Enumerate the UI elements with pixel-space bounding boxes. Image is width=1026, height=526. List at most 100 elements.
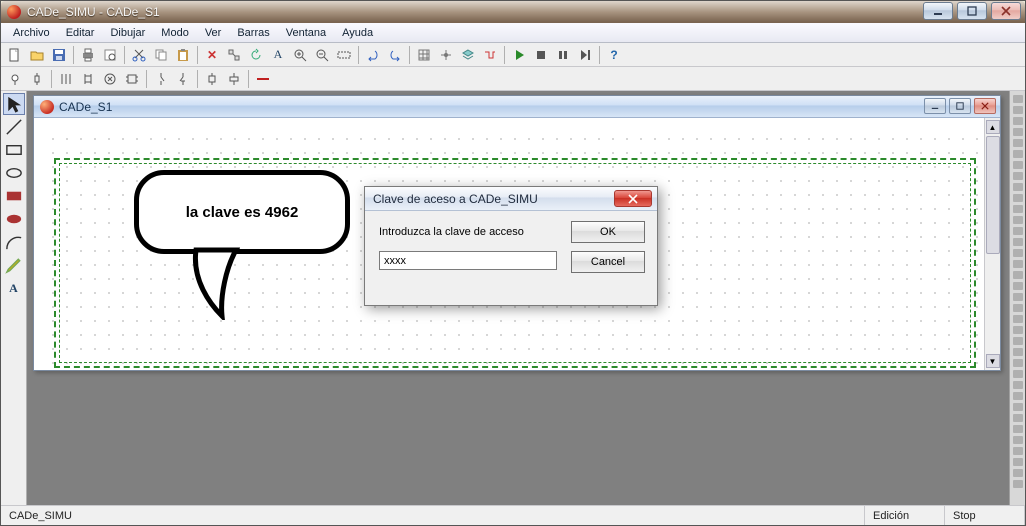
timer-button[interactable] xyxy=(223,69,245,89)
drawing-canvas[interactable]: la clave es 4962 Clave de aceso a CADe_S… xyxy=(34,118,984,370)
new-file-icon xyxy=(8,48,22,62)
pointer-tool[interactable] xyxy=(3,93,25,115)
rotate-button[interactable] xyxy=(245,45,267,65)
child-close-button[interactable] xyxy=(974,98,996,114)
text-tool-button[interactable]: A xyxy=(267,45,289,65)
paste-button[interactable] xyxy=(172,45,194,65)
relay-coil-button[interactable] xyxy=(77,69,99,89)
menu-editar[interactable]: Editar xyxy=(58,25,103,41)
filled-rect-tool[interactable] xyxy=(3,185,25,207)
open-button[interactable] xyxy=(26,45,48,65)
scrubber-pip xyxy=(1013,194,1023,202)
menu-archivo[interactable]: Archivo xyxy=(5,25,58,41)
dialog-titlebar[interactable]: Clave de aceso a CADe_SIMU xyxy=(365,187,657,211)
copy-button[interactable] xyxy=(150,45,172,65)
switch-no-button[interactable] xyxy=(150,69,172,89)
redo-button[interactable] xyxy=(384,45,406,65)
scroll-up-button[interactable]: ▲ xyxy=(986,120,1000,134)
ok-button[interactable]: OK xyxy=(571,221,645,243)
grid-icon xyxy=(417,48,431,62)
grid-button[interactable] xyxy=(413,45,435,65)
access-key-input[interactable] xyxy=(379,251,557,270)
print-button[interactable] xyxy=(77,45,99,65)
wires-button[interactable] xyxy=(479,45,501,65)
line-tool[interactable] xyxy=(3,116,25,138)
arc-tool[interactable] xyxy=(3,231,25,253)
toolbar-separator xyxy=(197,70,198,88)
save-icon xyxy=(52,48,66,62)
filled-ellipse-tool[interactable] xyxy=(3,208,25,230)
switch-nc-button[interactable] xyxy=(172,69,194,89)
cancel-button[interactable]: Cancel xyxy=(571,251,645,273)
mdi-inner: CADe_S1 la clave es 4962 xyxy=(27,91,1009,505)
snap-button[interactable] xyxy=(435,45,457,65)
child-titlebar[interactable]: CADe_S1 xyxy=(34,96,1000,118)
main-toolbar: ✕ A ? xyxy=(1,43,1025,67)
toolbar-separator xyxy=(124,46,125,64)
menu-ver[interactable]: Ver xyxy=(197,25,230,41)
mdi-workspace: A CADe_S1 xyxy=(1,91,1025,505)
draw-red-line-button[interactable] xyxy=(252,69,274,89)
redo-icon xyxy=(388,48,402,62)
play-button[interactable] xyxy=(508,45,530,65)
menu-ayuda[interactable]: Ayuda xyxy=(334,25,381,41)
zoom-rect-icon xyxy=(337,48,351,62)
undo-button[interactable] xyxy=(362,45,384,65)
scrubber-pip xyxy=(1013,370,1023,378)
dialog-close-button[interactable] xyxy=(614,190,652,207)
pencil-tool[interactable] xyxy=(3,254,25,276)
toolbar-separator xyxy=(409,46,410,64)
delete-button[interactable]: ✕ xyxy=(201,45,223,65)
chip-button[interactable] xyxy=(121,69,143,89)
maximize-button[interactable] xyxy=(957,2,987,20)
scrubber-pip xyxy=(1013,249,1023,257)
text-tool[interactable]: A xyxy=(3,277,25,299)
menu-modo[interactable]: Modo xyxy=(153,25,197,41)
scrubber-pip xyxy=(1013,304,1023,312)
timer-icon xyxy=(227,72,241,86)
pause-icon xyxy=(556,48,570,62)
lamp-button[interactable] xyxy=(4,69,26,89)
lamp-icon xyxy=(8,72,22,86)
menubar: Archivo Editar Dibujar Modo Ver Barras V… xyxy=(1,23,1025,43)
pointer-icon xyxy=(4,94,24,114)
help-button[interactable]: ? xyxy=(603,45,625,65)
match-button[interactable] xyxy=(223,45,245,65)
step-button[interactable] xyxy=(574,45,596,65)
copy-icon xyxy=(154,48,168,62)
right-scrubber[interactable] xyxy=(1009,91,1025,505)
toolbar-separator xyxy=(51,70,52,88)
close-button[interactable] xyxy=(991,2,1021,20)
zoom-rect-button[interactable] xyxy=(333,45,355,65)
fuse-button[interactable] xyxy=(26,69,48,89)
scroll-thumb[interactable] xyxy=(986,136,1000,254)
save-button[interactable] xyxy=(48,45,70,65)
new-button[interactable] xyxy=(4,45,26,65)
scroll-down-button[interactable]: ▼ xyxy=(986,354,1000,368)
minimize-icon xyxy=(933,6,943,16)
zoom-out-button[interactable] xyxy=(311,45,333,65)
print-preview-button[interactable] xyxy=(99,45,121,65)
menu-ventana[interactable]: Ventana xyxy=(278,25,334,41)
child-maximize-button[interactable] xyxy=(949,98,971,114)
child-minimize-button[interactable] xyxy=(924,98,946,114)
toolbar-separator xyxy=(248,70,249,88)
menu-barras[interactable]: Barras xyxy=(229,25,277,41)
ellipse-tool[interactable] xyxy=(3,162,25,184)
layers-button[interactable] xyxy=(457,45,479,65)
relay-coil-icon xyxy=(81,72,95,86)
contactor-button[interactable] xyxy=(201,69,223,89)
switch-nc-icon xyxy=(176,72,190,86)
rect-tool[interactable] xyxy=(3,139,25,161)
zoom-in-button[interactable] xyxy=(289,45,311,65)
document-vertical-scrollbar[interactable]: ▲ ▼ xyxy=(984,118,1000,370)
cut-button[interactable] xyxy=(128,45,150,65)
pause-button[interactable] xyxy=(552,45,574,65)
child-window-controls xyxy=(924,98,996,114)
minimize-button[interactable] xyxy=(923,2,953,20)
stop-button[interactable] xyxy=(530,45,552,65)
multi-contact-button[interactable] xyxy=(55,69,77,89)
menu-dibujar[interactable]: Dibujar xyxy=(102,25,153,41)
chip-icon xyxy=(125,72,139,86)
motor-button[interactable] xyxy=(99,69,121,89)
